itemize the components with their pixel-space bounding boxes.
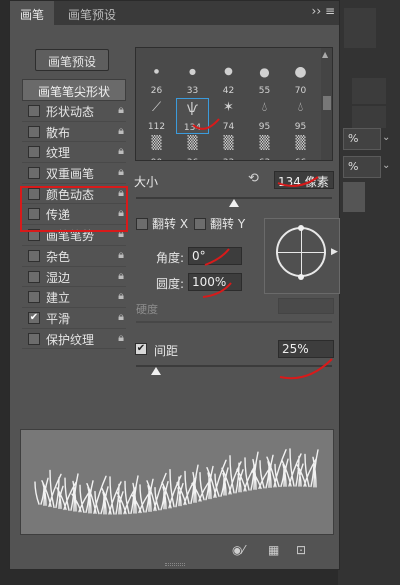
adjust-icon[interactable] bbox=[352, 106, 386, 128]
chevron-down-icon[interactable]: ⌄ bbox=[382, 128, 396, 150]
new-brush-icon[interactable]: ⊡ bbox=[296, 543, 306, 557]
brush-preview-graphic bbox=[34, 448, 319, 515]
brush-grid-icon[interactable]: ▦ bbox=[268, 543, 279, 557]
opacity-select[interactable]: % bbox=[343, 128, 381, 150]
brush-stroke-path bbox=[34, 448, 319, 515]
toggle-brush-preview-icon[interactable]: ◉⁄ bbox=[232, 543, 244, 557]
background-app-strip: % ⌄ % ⌄ bbox=[338, 0, 400, 585]
panel-resize-grip[interactable] bbox=[165, 563, 185, 566]
layer-thumbnail[interactable] bbox=[343, 182, 365, 212]
brush-panel: 画笔 画笔预设 ›› ≡ 画笔预设 画笔笔尖形状 形状动态 🔒︎ 散布 🔒︎ 纹理 🔒︎ 双… bbox=[9, 0, 340, 570]
annotation-strokes bbox=[192, 118, 333, 380]
layers-icon[interactable] bbox=[352, 78, 386, 104]
fill-select[interactable]: % bbox=[343, 156, 381, 178]
tool-preset-icon[interactable] bbox=[344, 8, 376, 48]
brush-stroke-preview bbox=[20, 429, 334, 535]
chevron-down-icon[interactable]: ⌄ bbox=[382, 156, 396, 178]
